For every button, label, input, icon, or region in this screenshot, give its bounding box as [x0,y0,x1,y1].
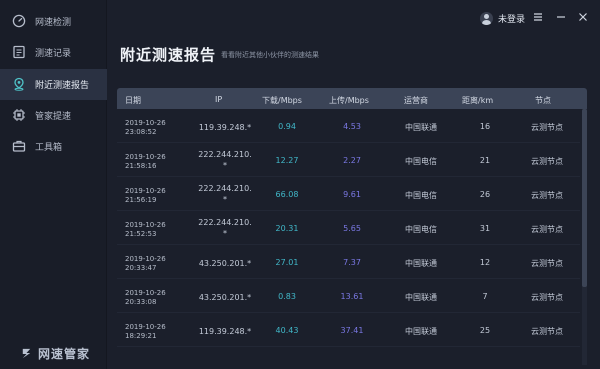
cell-download: 20.31 [275,224,299,233]
cell-isp: 中国联通 [405,123,437,132]
table-row[interactable]: 2019-10-26 21:52:53 222.244.210. * 20.31 5… [117,211,580,245]
cell-ip: 43.250.201.* [198,259,252,268]
document-icon [13,45,25,59]
cell-download: 12.27 [275,156,299,165]
column-header-distance: 距离/km [462,96,494,105]
table-row[interactable]: 2019-10-26 20:33:08 43.250.201.* 0.83 13.… [117,279,580,313]
cell-upload: 37.41 [340,326,364,335]
cell-ip: 222.244.210. * [198,184,252,204]
column-header-upload: 上传/Mbps [329,96,369,105]
sidebar-item-label: 测速记录 [35,49,72,59]
cell-distance: 31 [479,224,491,233]
cell-download: 0.94 [278,122,296,131]
cell-date: 2019-10-26 21:56:19 [125,187,166,204]
cell-date: 2019-10-26 21:52:53 [125,221,166,238]
speedometer-icon [12,14,26,28]
table-row[interactable]: 2019-10-26 23:08:52 119.39.248.* 0.94 4.5… [117,109,580,143]
cell-ip: 222.244.210. * [198,218,252,238]
table-header: 日期 IP 下载/Mbps 上传/Mbps 运营商 距离/km 节点 [117,88,587,109]
table-body: 2019-10-26 23:08:52 119.39.248.* 0.94 4.5… [117,109,580,365]
cell-download: 66.08 [275,190,299,199]
location-pin-icon [14,77,24,91]
scrollbar-thumb[interactable] [582,109,587,287]
column-header-download: 下载/Mbps [262,96,302,105]
cell-isp: 中国电信 [405,157,437,166]
close-icon[interactable] [576,10,590,24]
column-header-ip: IP [215,95,223,104]
sidebar-item-label: 附近测速报告 [35,81,90,91]
cell-distance: 25 [479,326,491,335]
sidebar-item-label: 管家提速 [35,112,72,122]
cell-distance: 12 [479,258,491,267]
cell-node: 云测节点 [531,157,563,166]
cell-isp: 中国联通 [405,259,437,268]
cell-download: 27.01 [275,258,299,267]
chip-icon [13,109,25,121]
cell-node: 云测节点 [531,327,563,336]
cell-distance: 16 [479,122,491,131]
column-header-date: 日期 [125,96,141,105]
cell-node: 云测节点 [531,123,563,132]
cell-download: 0.83 [278,292,296,301]
cell-isp: 中国联通 [405,293,437,302]
cell-date: 2019-10-26 20:33:47 [125,255,166,272]
page-subtitle: 看看附近其他小伙伴的测速结果 [221,51,319,59]
cell-distance: 7 [482,292,488,301]
cell-ip: 119.39.248.* [198,123,252,132]
cell-distance: 26 [479,190,491,199]
sidebar-item-label: 网速检测 [35,18,72,28]
cell-upload: 5.65 [343,224,361,233]
minimize-icon[interactable] [554,10,568,24]
cell-date: 2019-10-26 20:33:08 [125,289,166,306]
cell-date: 2019-10-26 21:58:16 [125,153,166,170]
table-row[interactable]: 2019-10-26 21:56:19 222.244.210. * 66.08 9… [117,177,580,211]
cell-isp: 中国联通 [405,327,437,336]
login-button[interactable]: 未登录 [480,12,525,25]
sidebar-item-speed-test[interactable]: 网速检测 [0,6,107,37]
sidebar-item-speed-records[interactable]: 测速记录 [0,37,107,68]
cell-isp: 中国电信 [405,191,437,200]
sidebar-item-label: 工具箱 [35,143,63,153]
cell-upload: 4.53 [343,122,361,131]
cell-date: 2019-10-26 18:29:21 [125,323,166,340]
cell-download: 40.43 [275,326,299,335]
cell-distance: 21 [479,156,491,165]
hamburger-menu-icon[interactable] [531,10,545,24]
logo-icon [22,348,31,359]
table-row[interactable]: 2019-10-26 21:58:16 222.244.210. * 12.27 2… [117,143,580,177]
avatar [480,12,493,25]
brand-name: 网速管家 [38,347,91,361]
cell-upload: 13.61 [340,292,364,301]
login-label: 未登录 [498,15,526,25]
table-scrollbar[interactable] [582,109,587,365]
page-title: 附近测速报告 [120,46,217,64]
cell-ip: 43.250.201.* [198,293,252,302]
toolbox-icon [12,140,26,152]
cell-upload: 9.61 [343,190,361,199]
cell-node: 云测节点 [531,293,563,302]
column-header-isp: 运营商 [404,96,428,105]
table-row[interactable]: 2019-10-26 20:33:47 43.250.201.* 27.01 7.… [117,245,580,279]
cell-node: 云测节点 [531,259,563,268]
sidebar-item-nearby-report[interactable]: 附近测速报告 [0,69,107,100]
sidebar: 网速检测 测速记录 附近测速报告 管家提速 工具箱 网速管家 [0,0,107,369]
table-row[interactable]: 2019-10-26 18:29:21 119.39.248.* 40.43 37… [117,313,580,347]
cell-date: 2019-10-26 23:08:52 [125,119,166,136]
cell-ip: 119.39.248.* [198,327,252,336]
cell-isp: 中国电信 [405,225,437,234]
cell-upload: 7.37 [343,258,361,267]
cell-node: 云测节点 [531,225,563,234]
cell-node: 云测节点 [531,191,563,200]
cell-upload: 2.27 [343,156,361,165]
column-header-node: 节点 [535,96,551,105]
sidebar-item-toolbox[interactable]: 工具箱 [0,131,107,162]
cell-ip: 222.244.210. * [198,150,252,170]
brand-logo: 网速管家 [20,345,90,362]
sidebar-item-speed-boost[interactable]: 管家提速 [0,100,107,131]
